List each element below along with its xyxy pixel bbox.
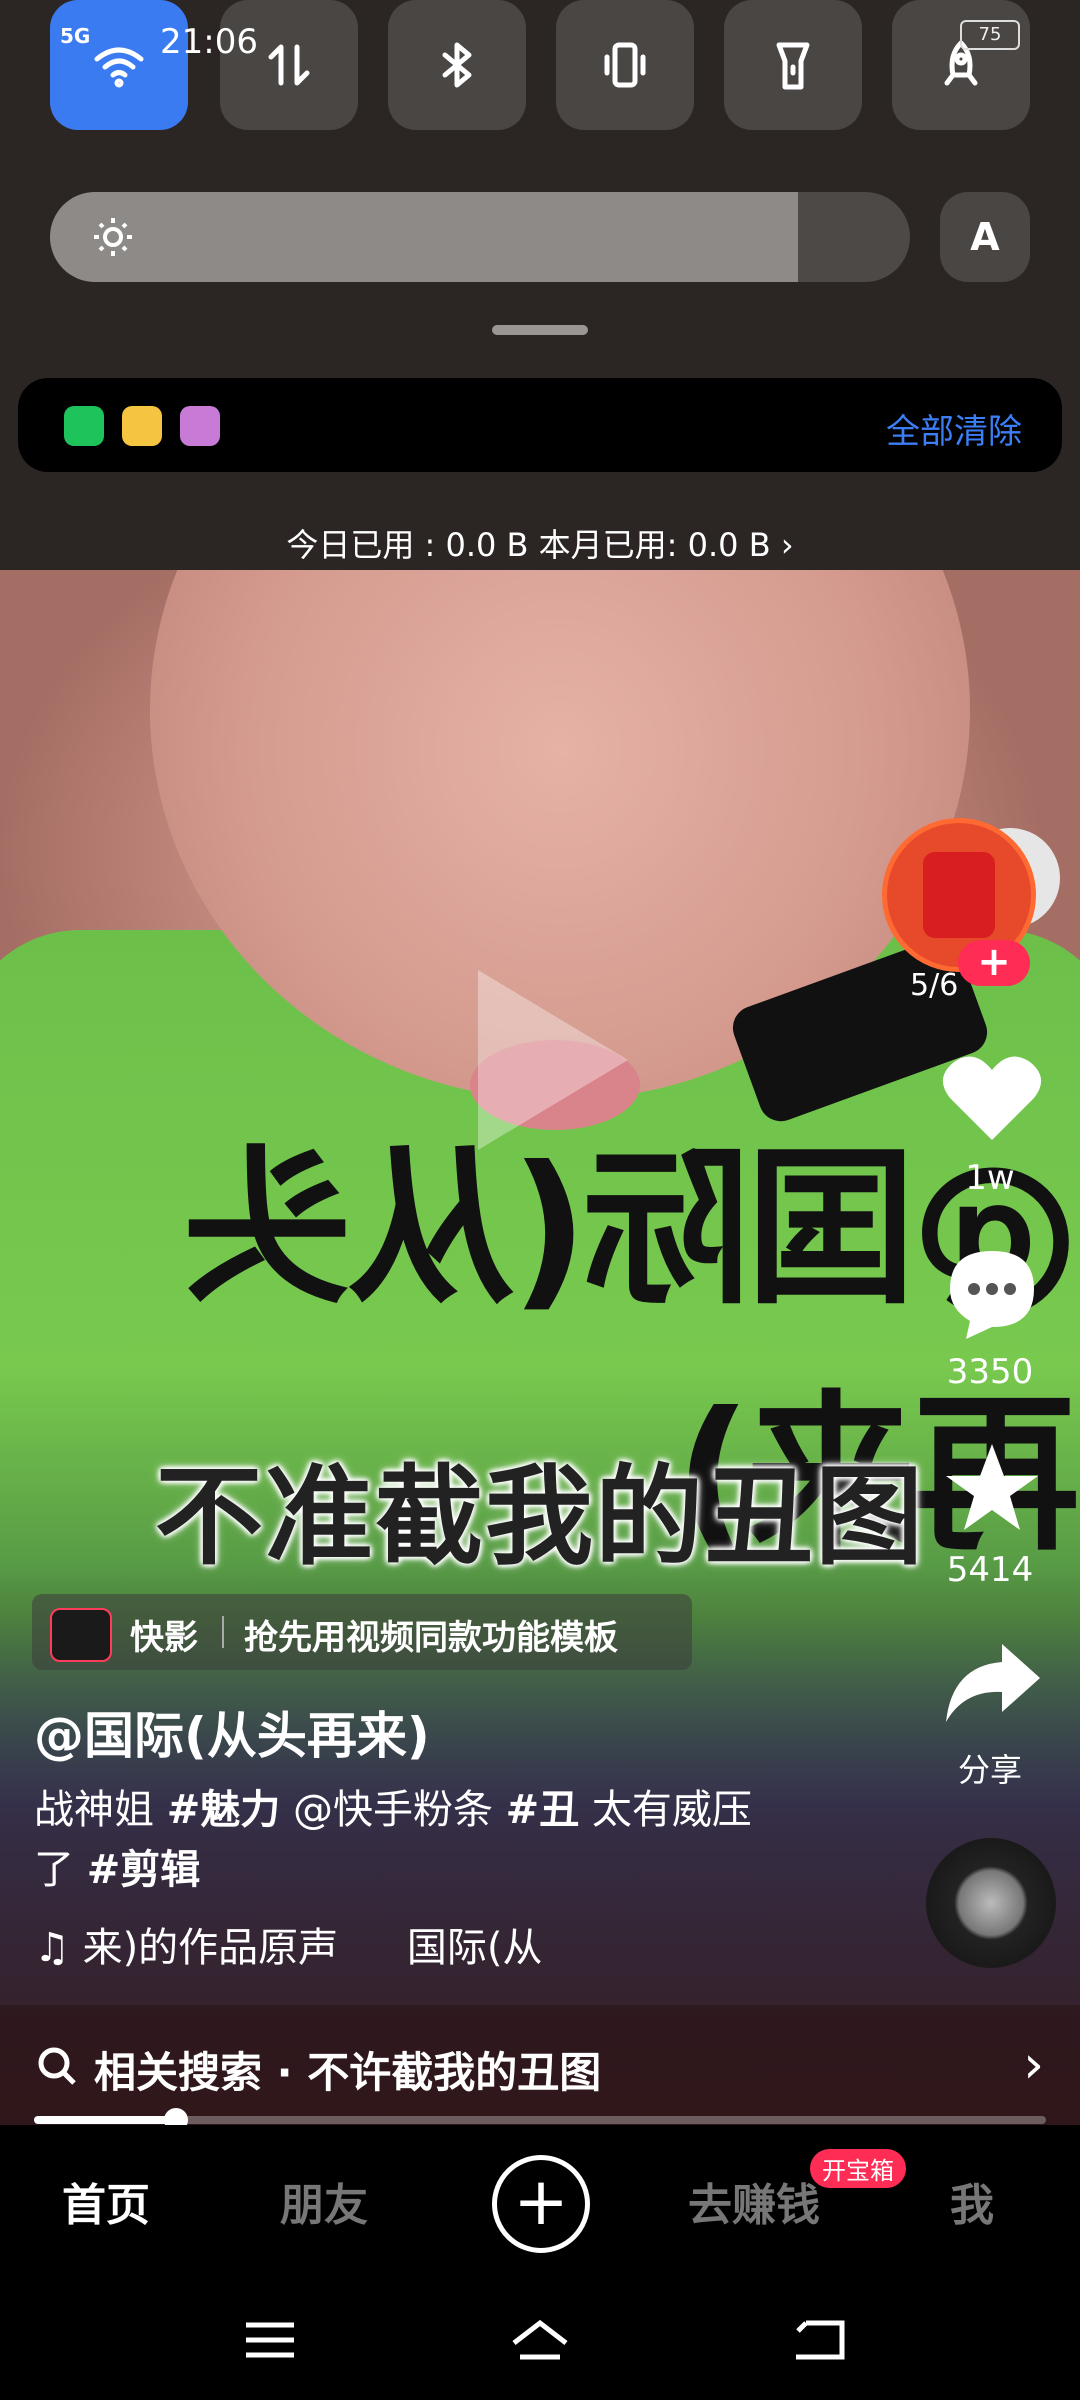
app3-icon[interactable] xyxy=(180,406,220,446)
hashtag[interactable]: #丑 xyxy=(506,1787,580,1833)
red-packet-count: 5/6 xyxy=(910,968,959,1003)
clear-all-button[interactable]: 全部清除 xyxy=(886,404,1022,453)
back-icon[interactable] xyxy=(790,2315,850,2365)
author-name[interactable]: @国际(从头再来) xyxy=(34,1696,430,1768)
video-caption: 不准截我的丑图 xyxy=(154,1455,925,1580)
notification-bar: 全部清除 xyxy=(18,378,1062,472)
data-usage-text: 今日已用 : 0.0 B 本月已用: 0.0 B xyxy=(286,526,771,564)
battery-indicator: 75 xyxy=(960,20,1020,50)
related-search-text: 相关搜索 · 不许截我的丑图 xyxy=(94,2048,602,2097)
search-icon xyxy=(38,2047,76,2085)
quick-settings-panel: 5G 21:06 75 A 全部清除 今日已用 : 0.0 B 本月已用: 0.… xyxy=(0,0,1080,570)
menu-icon[interactable] xyxy=(240,2315,300,2365)
auto-brightness-button[interactable]: A xyxy=(940,192,1030,282)
bottom-nav: 首页 朋友 + 去赚钱 开宝箱 我 xyxy=(0,2125,1080,2275)
music-title: 来)的作品原声 xyxy=(82,1925,339,1971)
data-transfer-tile[interactable] xyxy=(220,0,358,130)
treasure-badge: 开宝箱 xyxy=(810,2149,906,2188)
favorite-count: 5414 xyxy=(946,1550,1034,1590)
vibrate-icon xyxy=(604,42,646,88)
desc-text: 战神姐 xyxy=(34,1787,167,1833)
like-count: 1w xyxy=(965,1158,1015,1198)
clock: 21:06 xyxy=(160,22,258,62)
bluetooth-tile[interactable] xyxy=(388,0,526,130)
template-divider xyxy=(222,1616,224,1648)
follow-plus-button[interactable]: + xyxy=(958,940,1030,986)
template-text: 抢先用视频同款功能模板 xyxy=(244,1618,618,1658)
panel-drag-handle[interactable] xyxy=(492,325,588,335)
kuaiying-template-bar[interactable]: 快影 抢先用视频同款功能模板 xyxy=(32,1594,692,1670)
data-transfer-icon xyxy=(268,44,310,86)
hashtag[interactable]: #魅力 xyxy=(167,1787,281,1833)
flashlight-icon xyxy=(776,42,810,90)
star-icon[interactable] xyxy=(940,1440,1044,1536)
bluetooth-icon xyxy=(442,42,472,88)
share-icon[interactable] xyxy=(940,1640,1044,1726)
heart-icon[interactable] xyxy=(940,1050,1044,1146)
brightness-fill xyxy=(50,192,799,282)
system-navigation-bar xyxy=(0,2275,1080,2400)
sun-icon xyxy=(94,218,132,256)
home-icon[interactable] xyxy=(510,2315,570,2365)
hashtag[interactable]: #剪辑 xyxy=(87,1847,201,1893)
kuaiying-icon xyxy=(50,1608,112,1662)
comment-count: 3350 xyxy=(946,1352,1034,1392)
desc-text: 了 xyxy=(34,1847,87,1893)
wechat-icon[interactable] xyxy=(64,406,104,446)
video-progress-bar[interactable] xyxy=(34,2108,1046,2132)
tab-earn[interactable]: 去赚钱 xyxy=(688,2169,820,2233)
progress-fill xyxy=(34,2116,176,2124)
related-search-bar[interactable]: 相关搜索 · 不许截我的丑图 › xyxy=(0,2005,1080,2125)
status-bar: 5G 21:06 xyxy=(60,12,258,62)
music-info[interactable]: ♫ 来)的作品原声 国际(从 xyxy=(34,1915,543,1973)
tab-me[interactable]: 我 xyxy=(950,2169,994,2233)
add-post-button[interactable]: + xyxy=(492,2155,590,2253)
brightness-slider[interactable] xyxy=(50,192,910,282)
vibrate-tile[interactable] xyxy=(556,0,694,130)
data-usage-link[interactable]: 今日已用 : 0.0 B 本月已用: 0.0 B › xyxy=(0,520,1080,566)
play-icon[interactable] xyxy=(478,970,628,1150)
tab-home[interactable]: 首页 xyxy=(62,2169,150,2233)
wifi-icon xyxy=(94,47,144,88)
network-label: 5G xyxy=(60,24,91,48)
desc-text: 太有威压 xyxy=(579,1787,752,1833)
comment-icon[interactable] xyxy=(944,1245,1040,1341)
chevron-right-icon: › xyxy=(1023,2035,1044,2095)
kuaiying-name: 快影 xyxy=(130,1618,198,1658)
music-author: 国际(从 xyxy=(406,1925,543,1971)
chevron-right-icon: › xyxy=(780,526,794,564)
music-disc-icon[interactable] xyxy=(926,1838,1056,1968)
red-packet-icon xyxy=(923,852,995,938)
share-label: 分享 xyxy=(957,1751,1022,1789)
post-description: 战神姐 #魅力 @快手粉条 #丑 太有威压 了 #剪辑 xyxy=(34,1780,834,1900)
mention[interactable]: @快手粉条 xyxy=(280,1787,505,1833)
music-note-icon: ♫ xyxy=(34,1925,70,1971)
quick-tiles xyxy=(50,0,1030,132)
flashlight-tile[interactable] xyxy=(724,0,862,130)
app2-icon[interactable] xyxy=(122,406,162,446)
tab-friends[interactable]: 朋友 xyxy=(280,2169,368,2233)
